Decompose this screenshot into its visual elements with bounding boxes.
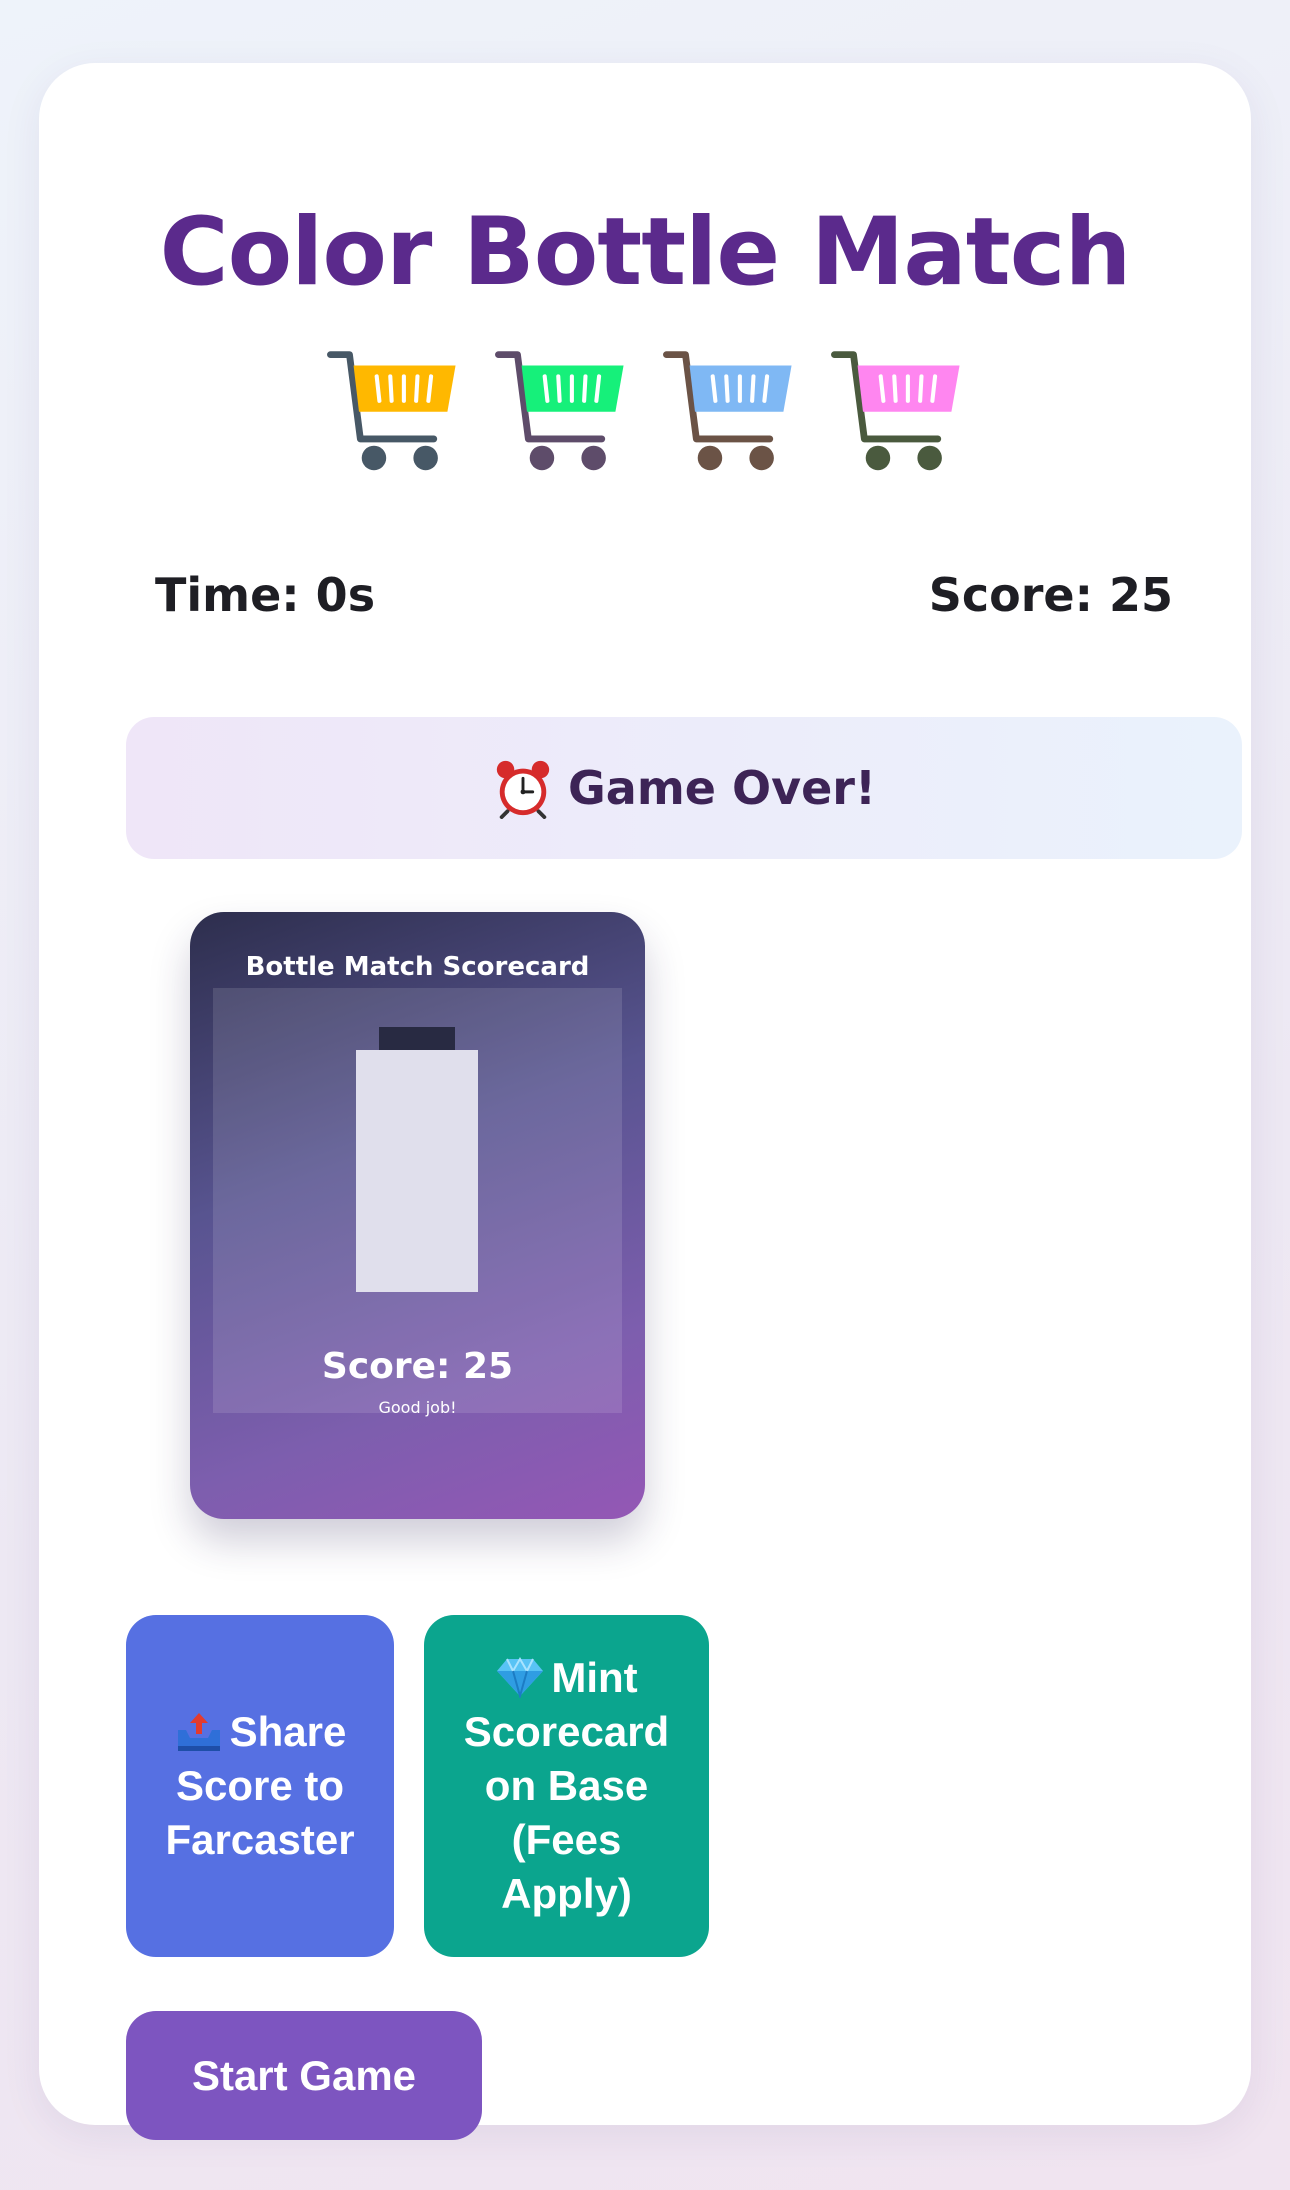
score-display: Score: 25 xyxy=(928,568,1173,622)
shopping-cart-icon xyxy=(495,351,624,471)
time-display: Time: 0s xyxy=(155,568,376,622)
scorecard-image: Bottle Match Scorecard Score: 25 Good jo… xyxy=(190,912,645,1519)
bottle xyxy=(356,1050,478,1292)
scorecard-title: Bottle Match Scorecard xyxy=(245,952,590,982)
outbox-tray-icon xyxy=(177,1713,220,1751)
app-title: Color Bottle Match xyxy=(159,198,1132,307)
shopping-cart-icon xyxy=(831,351,960,471)
share-score-button[interactable]: Share Score to Farcaster xyxy=(126,1615,394,1957)
game-over-banner: Game Over! xyxy=(126,717,1242,859)
gem-icon xyxy=(497,1657,544,1698)
mint-scorecard-button[interactable]: Mint Scorecard on Base (Fees Apply) xyxy=(424,1615,709,1957)
cart-row xyxy=(39,341,1251,477)
game-over-text: Game Over! xyxy=(568,761,876,815)
scorecard-score: Score: 25 xyxy=(321,1346,514,1387)
scorecard-message: Good job! xyxy=(378,1398,457,1417)
game-card: Color Bottle Match Time: 0s Score: 25 Ga… xyxy=(39,63,1251,2140)
start-game-button[interactable]: Start Game xyxy=(126,2011,482,2140)
shopping-cart-icon xyxy=(327,351,456,471)
alarm-clock-icon xyxy=(496,760,550,819)
shopping-cart-icon xyxy=(663,351,792,471)
